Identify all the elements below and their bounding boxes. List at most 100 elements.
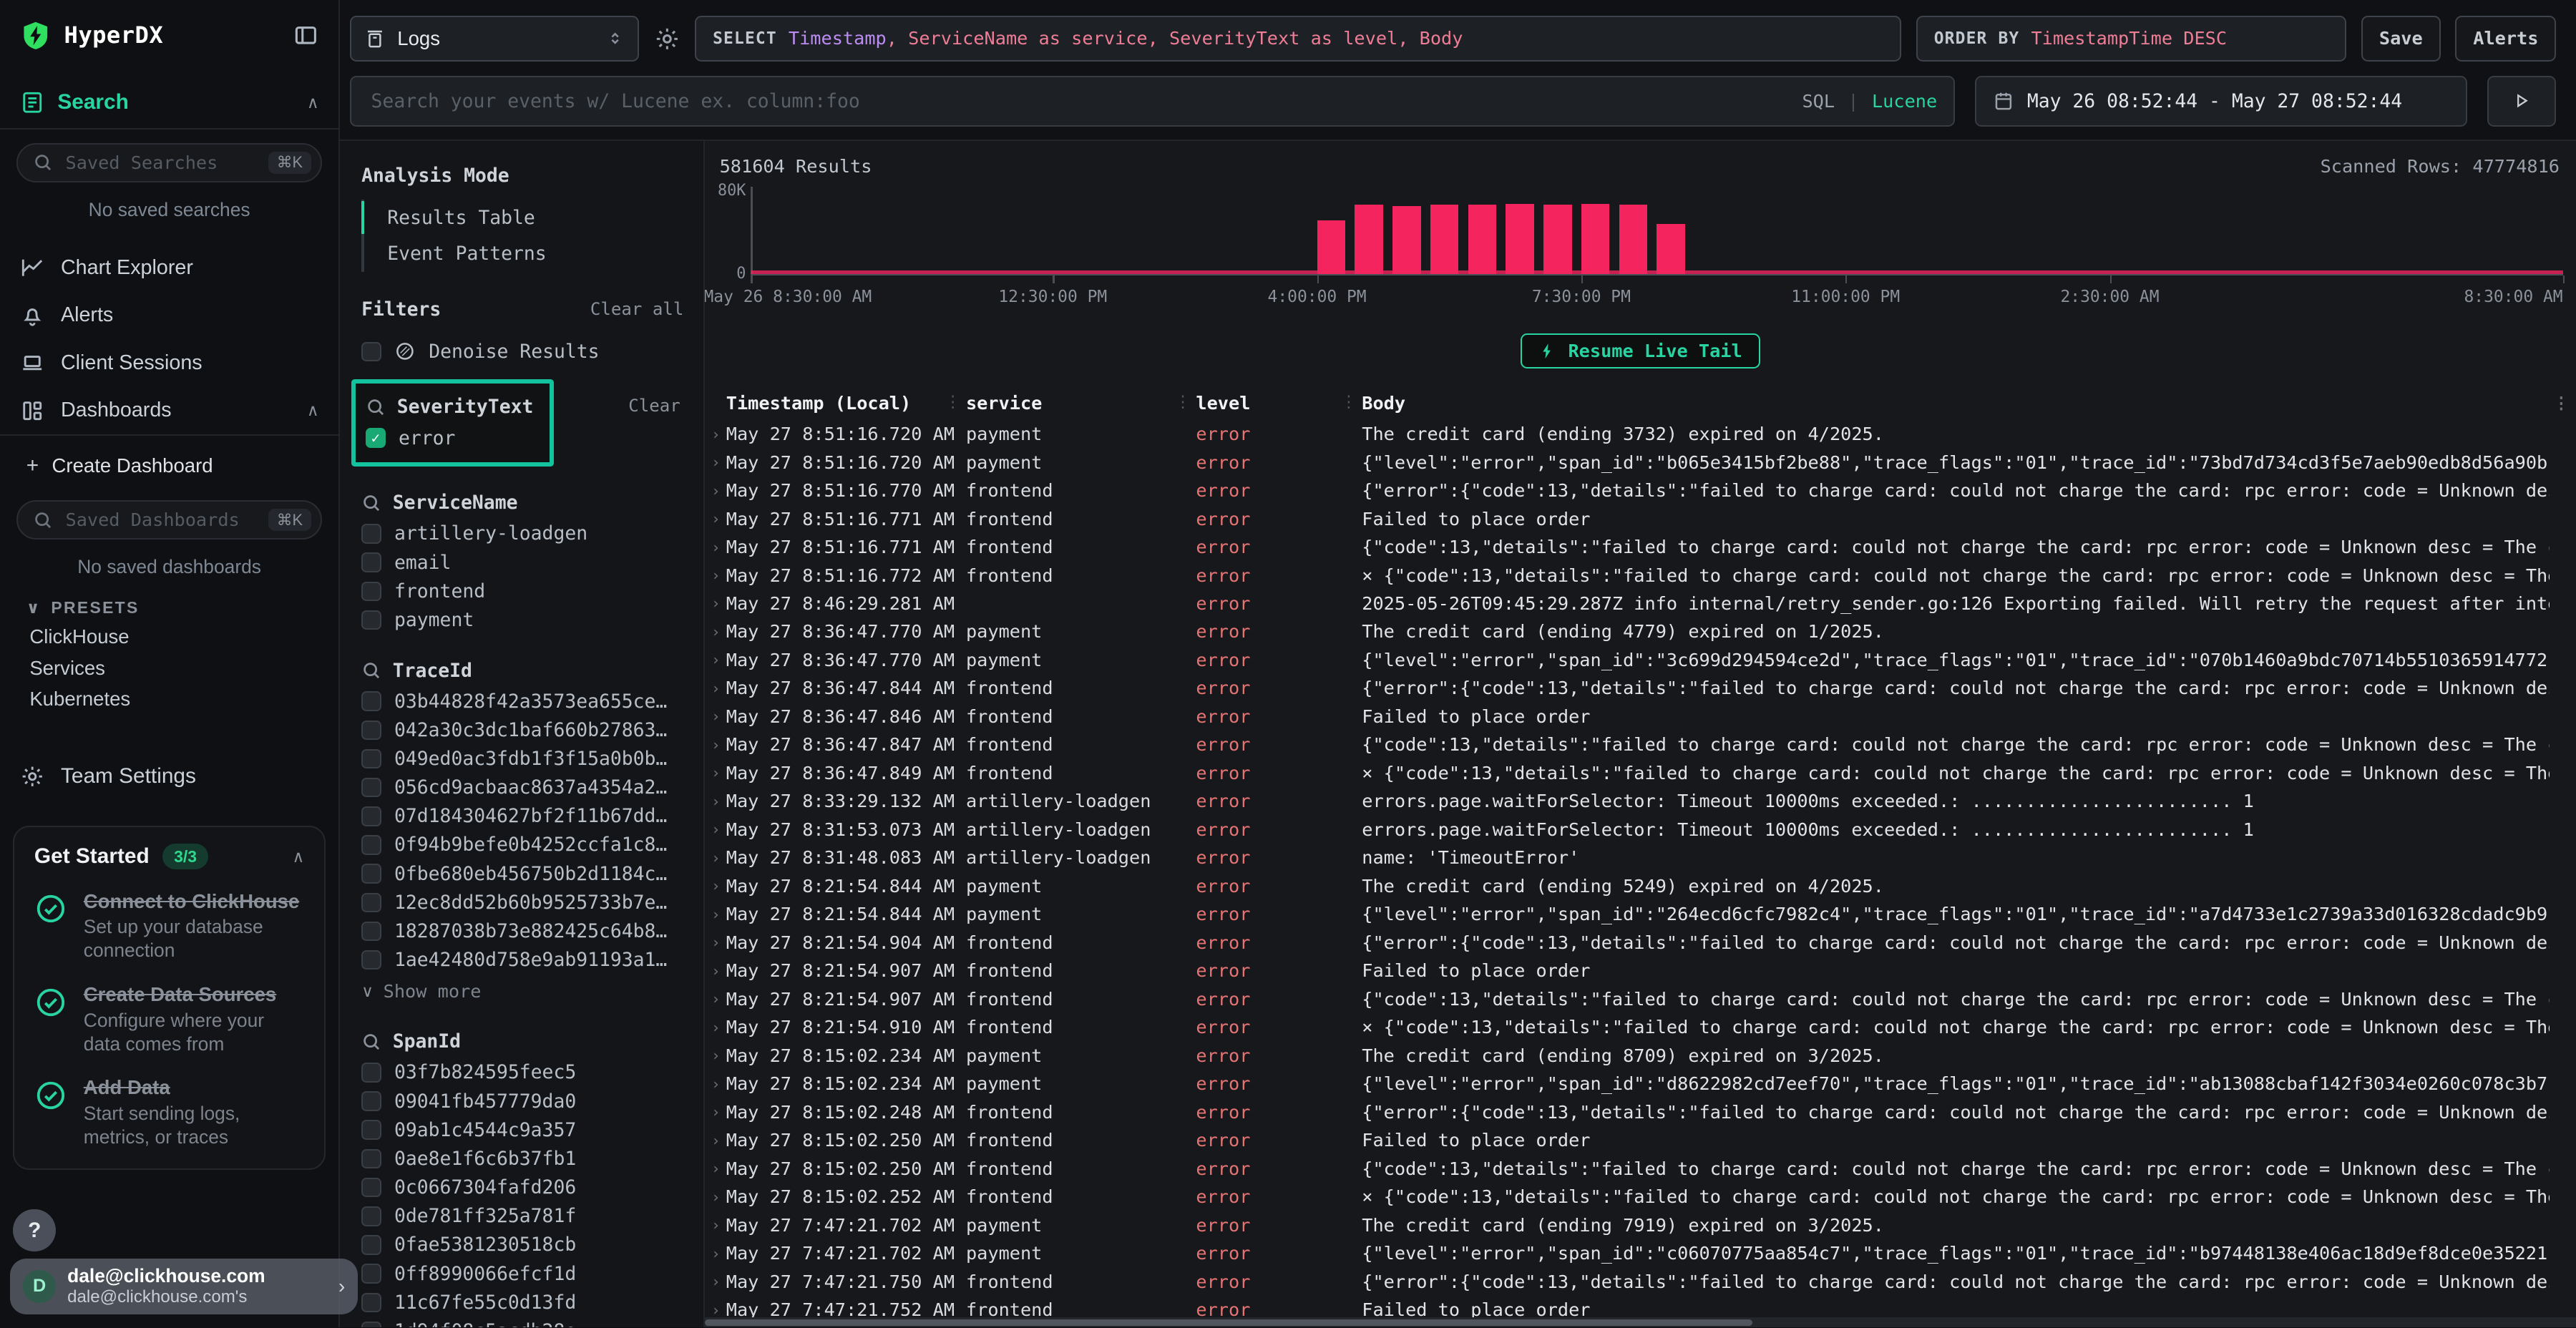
facet-value-row[interactable]: frontend bbox=[361, 577, 683, 605]
log-row[interactable]: › May 27 8:51:16.720 AM payment error Th… bbox=[705, 420, 2576, 448]
log-row[interactable]: › May 27 7:47:21.750 AM frontend error {… bbox=[705, 1267, 2576, 1295]
log-row[interactable]: › May 27 8:15:02.234 AM payment error {"… bbox=[705, 1070, 2576, 1098]
row-expand-icon[interactable]: › bbox=[705, 1273, 726, 1290]
row-expand-icon[interactable]: › bbox=[705, 1019, 726, 1036]
row-expand-icon[interactable]: › bbox=[705, 482, 726, 499]
sidebar-item-search[interactable]: Search ∧ bbox=[0, 51, 338, 128]
log-row[interactable]: › May 27 8:36:47.770 AM payment error {"… bbox=[705, 646, 2576, 674]
mode-event-patterns[interactable]: Event Patterns bbox=[364, 235, 683, 272]
row-expand-icon[interactable]: › bbox=[705, 1075, 726, 1093]
column-header-body[interactable]: ⋮Body bbox=[1362, 393, 2550, 414]
saved-dashboards-field[interactable] bbox=[62, 508, 259, 532]
log-row[interactable]: › May 27 8:15:02.248 AM frontend error {… bbox=[705, 1098, 2576, 1126]
checkbox[interactable] bbox=[361, 1235, 381, 1255]
checkbox[interactable] bbox=[361, 610, 381, 630]
facet-value-row[interactable]: 09041fb457779da0 bbox=[361, 1087, 683, 1115]
get-started-header[interactable]: Get Started 3/3 ∧ bbox=[34, 844, 304, 869]
order-by-input[interactable]: ORDER BY TimestampTime DESC bbox=[1916, 16, 2347, 62]
row-expand-icon[interactable]: › bbox=[705, 454, 726, 471]
column-header-level[interactable]: ⋮level bbox=[1196, 393, 1362, 414]
column-header-timestamp[interactable]: Timestamp (Local) bbox=[726, 393, 966, 414]
checkbox[interactable] bbox=[361, 749, 381, 769]
results-histogram[interactable]: 80K 0 May 26 8:30:00 AM12:30:00 PM4:00:0… bbox=[705, 180, 2576, 315]
checkbox-checked[interactable]: ✓ bbox=[366, 428, 386, 448]
row-expand-icon[interactable]: › bbox=[705, 877, 726, 894]
event-search-box[interactable]: SQL | Lucene bbox=[350, 76, 1955, 127]
row-expand-icon[interactable]: › bbox=[705, 623, 726, 640]
saved-searches-input[interactable]: ⌘K bbox=[16, 143, 322, 182]
facet-value-row[interactable]: 11c67fe55c0d13fd bbox=[361, 1288, 683, 1317]
column-separator-icon[interactable]: ⋮ bbox=[1340, 393, 1357, 411]
log-row[interactable]: › May 27 8:33:29.132 AM artillery-loadge… bbox=[705, 787, 2576, 815]
search-icon[interactable] bbox=[366, 397, 386, 417]
presets-toggle[interactable]: ∨ PRESETS bbox=[0, 582, 338, 621]
log-row[interactable]: › May 27 8:21:54.844 AM payment error Th… bbox=[705, 872, 2576, 900]
log-row[interactable]: › May 27 8:51:16.720 AM payment error {"… bbox=[705, 448, 2576, 476]
preset-item[interactable]: ClickHouse bbox=[0, 620, 338, 652]
facet-value-row[interactable]: 0ae8e1f6c6b37fb1 bbox=[361, 1144, 683, 1173]
column-separator-icon[interactable]: ⋮ bbox=[945, 393, 961, 411]
log-row[interactable]: › May 27 8:36:47.844 AM frontend error {… bbox=[705, 674, 2576, 702]
facet-value-row[interactable]: 0f94b9befe0b4252ccfa1c8… bbox=[361, 831, 683, 859]
preset-item[interactable]: Services bbox=[0, 652, 338, 683]
checkbox[interactable] bbox=[361, 342, 381, 362]
log-row[interactable]: › May 27 8:51:16.771 AM frontend error F… bbox=[705, 504, 2576, 532]
log-row[interactable]: › May 27 8:15:02.250 AM frontend error F… bbox=[705, 1126, 2576, 1154]
row-expand-icon[interactable]: › bbox=[705, 1302, 726, 1319]
row-expand-icon[interactable]: › bbox=[705, 567, 726, 584]
get-started-item[interactable]: Create Data Sources Configure where your… bbox=[34, 982, 304, 1056]
checkbox[interactable] bbox=[361, 806, 381, 826]
checkbox[interactable] bbox=[361, 1178, 381, 1198]
checkbox[interactable] bbox=[361, 778, 381, 798]
sidebar-item-alerts[interactable]: Alerts bbox=[0, 291, 338, 339]
row-expand-icon[interactable]: › bbox=[705, 1132, 726, 1149]
row-expand-icon[interactable]: › bbox=[705, 1047, 726, 1064]
checkbox[interactable] bbox=[361, 893, 381, 913]
row-expand-icon[interactable]: › bbox=[705, 426, 726, 443]
search-icon[interactable] bbox=[361, 1032, 381, 1052]
checkbox[interactable] bbox=[361, 1293, 381, 1313]
lucene-toggle[interactable]: Lucene bbox=[1872, 91, 1937, 112]
log-row[interactable]: › May 27 8:36:47.847 AM frontend error {… bbox=[705, 731, 2576, 758]
source-settings-gear-icon[interactable] bbox=[654, 26, 680, 52]
log-row[interactable]: › May 27 8:31:48.083 AM artillery-loadge… bbox=[705, 844, 2576, 872]
checkbox[interactable] bbox=[361, 1091, 381, 1111]
checkbox[interactable] bbox=[361, 552, 381, 572]
row-expand-icon[interactable]: › bbox=[705, 764, 726, 781]
checkbox[interactable] bbox=[361, 1206, 381, 1226]
facet-value-row[interactable]: artillery-loadgen bbox=[361, 519, 683, 548]
get-started-item[interactable]: Add Data Start sending logs, metrics, or… bbox=[34, 1075, 304, 1149]
checkbox[interactable] bbox=[361, 922, 381, 942]
sidebar-item-client-sessions[interactable]: Client Sessions bbox=[0, 339, 338, 387]
severity-value-error[interactable]: ✓ error bbox=[366, 423, 533, 452]
facet-value-row[interactable]: email bbox=[361, 548, 683, 577]
chevron-up-icon[interactable]: ∧ bbox=[307, 93, 319, 112]
checkbox[interactable] bbox=[361, 524, 381, 544]
column-header-service[interactable]: ⋮service bbox=[966, 393, 1196, 414]
row-expand-icon[interactable]: › bbox=[705, 510, 726, 527]
facet-value-row[interactable]: 056cd9acbaac8637a4354a2… bbox=[361, 773, 683, 802]
facet-value-row[interactable]: 0ff8990066efcf1d bbox=[361, 1259, 683, 1288]
mode-results-table[interactable]: Results Table bbox=[364, 200, 683, 236]
checkbox[interactable] bbox=[361, 835, 381, 855]
help-button[interactable]: ? bbox=[13, 1209, 56, 1252]
save-button[interactable]: Save bbox=[2361, 16, 2441, 62]
facet-value-row[interactable]: 049ed0ac3fdb1f3f15a0b0b… bbox=[361, 744, 683, 773]
row-expand-icon[interactable]: › bbox=[705, 1188, 726, 1206]
scrollbar-thumb[interactable] bbox=[705, 1319, 1752, 1326]
trace-show-more[interactable]: ∨ Show more bbox=[361, 977, 683, 1005]
log-row[interactable]: › May 27 8:31:53.073 AM artillery-loadge… bbox=[705, 816, 2576, 844]
log-row[interactable]: › May 27 8:21:54.910 AM frontend error ×… bbox=[705, 1013, 2576, 1041]
log-row[interactable]: › May 27 8:51:16.770 AM frontend error {… bbox=[705, 477, 2576, 504]
log-row[interactable]: › May 27 8:21:54.907 AM frontend error {… bbox=[705, 985, 2576, 1013]
row-expand-icon[interactable]: › bbox=[705, 539, 726, 556]
sidebar-item-chart-explorer[interactable]: Chart Explorer bbox=[0, 244, 338, 292]
row-expand-icon[interactable]: › bbox=[705, 680, 726, 697]
log-row[interactable]: › May 27 8:21:54.907 AM frontend error F… bbox=[705, 957, 2576, 985]
select-columns-input[interactable]: SELECT Timestamp, ServiceName as service… bbox=[695, 16, 1901, 62]
facet-value-row[interactable]: payment bbox=[361, 605, 683, 634]
log-row[interactable]: › May 27 8:36:47.770 AM payment error Th… bbox=[705, 617, 2576, 645]
checkbox[interactable] bbox=[361, 582, 381, 602]
log-row[interactable]: › May 27 8:15:02.234 AM payment error Th… bbox=[705, 1042, 2576, 1070]
row-expand-icon[interactable]: › bbox=[705, 595, 726, 612]
